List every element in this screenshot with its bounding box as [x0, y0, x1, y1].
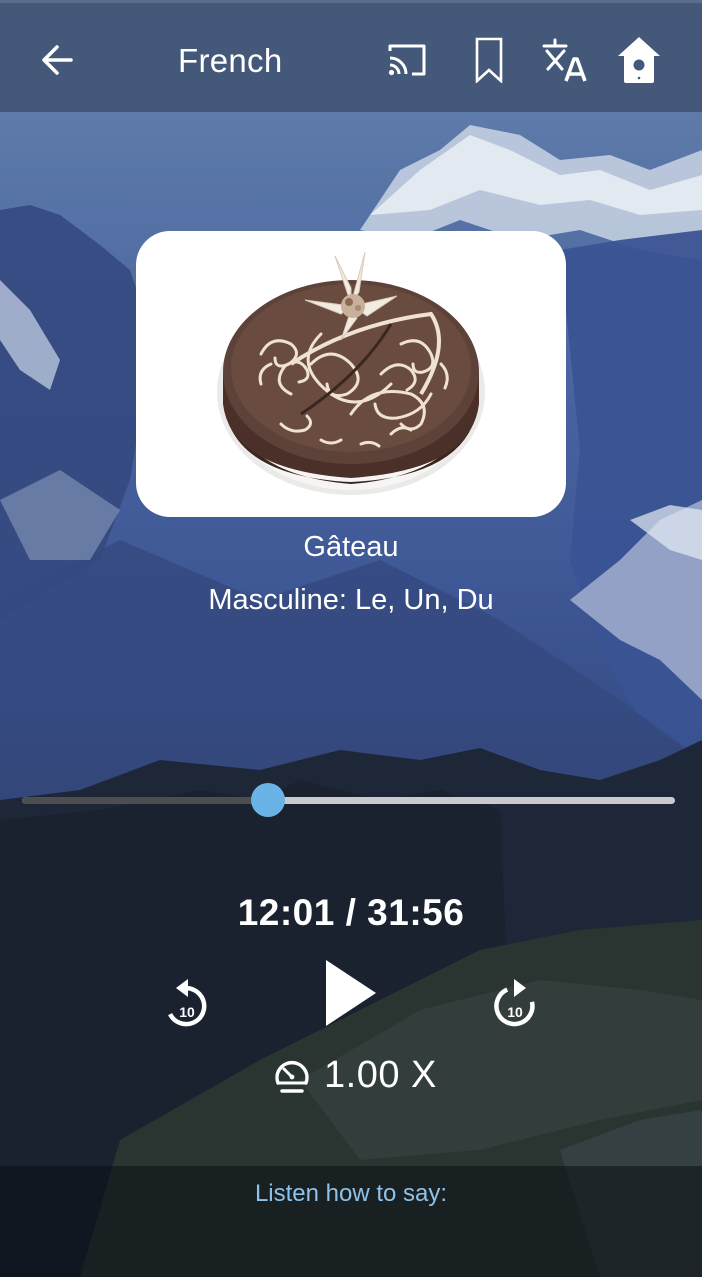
seek-thumb[interactable] [250, 783, 285, 817]
rewind-seconds-label: 10 [179, 1004, 195, 1020]
chocolate-cake-image [217, 251, 485, 495]
bookmark-button[interactable] [462, 31, 516, 89]
play-button[interactable] [318, 956, 382, 1030]
arrow-left-icon [42, 45, 73, 75]
back-button[interactable] [30, 31, 84, 89]
replay-10-icon: 10 [168, 979, 207, 1027]
forward-seconds-label: 10 [507, 1004, 523, 1020]
forward-10-icon: 10 [494, 979, 535, 1027]
cast-button[interactable] [380, 31, 434, 89]
birdhouse-home-icon [618, 37, 660, 83]
bookmark-icon [475, 37, 503, 83]
listen-how-to-say-label: Listen how to say: [254, 1180, 448, 1207]
app-bar: French [0, 0, 702, 112]
home-button[interactable] [612, 31, 666, 89]
translate-button[interactable] [538, 31, 592, 89]
rewind-10-button[interactable]: 10 [160, 974, 214, 1034]
page-title: French [178, 42, 283, 79]
playback-time: 12:01 / 31:56 [237, 892, 465, 933]
word-text: Gâteau [303, 531, 399, 563]
speedometer-icon [275, 1060, 309, 1093]
playback-speed-button[interactable]: 1.00 X [272, 1052, 437, 1098]
word-image-card [136, 231, 566, 517]
play-icon [326, 960, 376, 1026]
cast-icon [388, 44, 426, 76]
translate-icon [542, 38, 587, 82]
forward-10-button[interactable]: 10 [488, 974, 542, 1034]
gender-articles-text: Masculine: Le, Un, Du [208, 584, 494, 616]
seek-progress-fill [22, 797, 268, 804]
seek-slider[interactable] [22, 782, 675, 818]
playback-speed-label: 1.00 X [324, 1053, 437, 1096]
